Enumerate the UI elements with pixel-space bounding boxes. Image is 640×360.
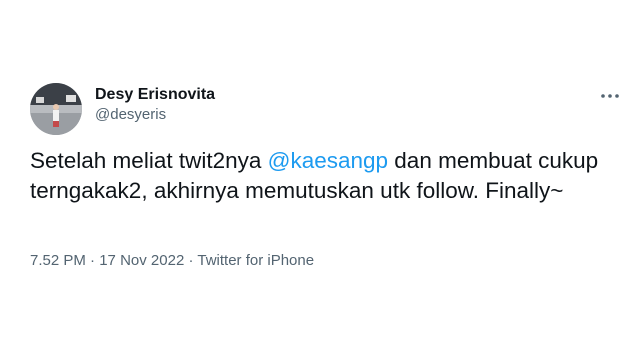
mention-link[interactable]: @kaesangp bbox=[268, 148, 388, 173]
avatar[interactable] bbox=[30, 83, 82, 135]
tweet-time[interactable]: 7.52 PM bbox=[30, 252, 86, 269]
tweet-date[interactable]: 17 Nov 2022 bbox=[99, 252, 184, 269]
meta-separator: · bbox=[85, 252, 100, 269]
tweet-text: Setelah meliat twit2nya @kaesangp dan me… bbox=[30, 146, 620, 206]
tweet-meta: 7.52 PM · 17 Nov 2022 · Twitter for iPho… bbox=[30, 252, 314, 269]
display-name[interactable]: Desy Erisnovita bbox=[95, 86, 215, 104]
user-handle[interactable]: @desyeris bbox=[95, 106, 166, 123]
tweet-source[interactable]: Twitter for iPhone bbox=[197, 252, 314, 269]
tweet-card: Desy Erisnovita @desyeris Setelah meliat… bbox=[0, 0, 640, 360]
avatar-photo bbox=[30, 83, 82, 135]
tweet-text-before: Setelah meliat twit2nya bbox=[30, 148, 268, 173]
more-horizontal-icon[interactable] bbox=[598, 88, 622, 104]
meta-separator: · bbox=[184, 252, 198, 269]
